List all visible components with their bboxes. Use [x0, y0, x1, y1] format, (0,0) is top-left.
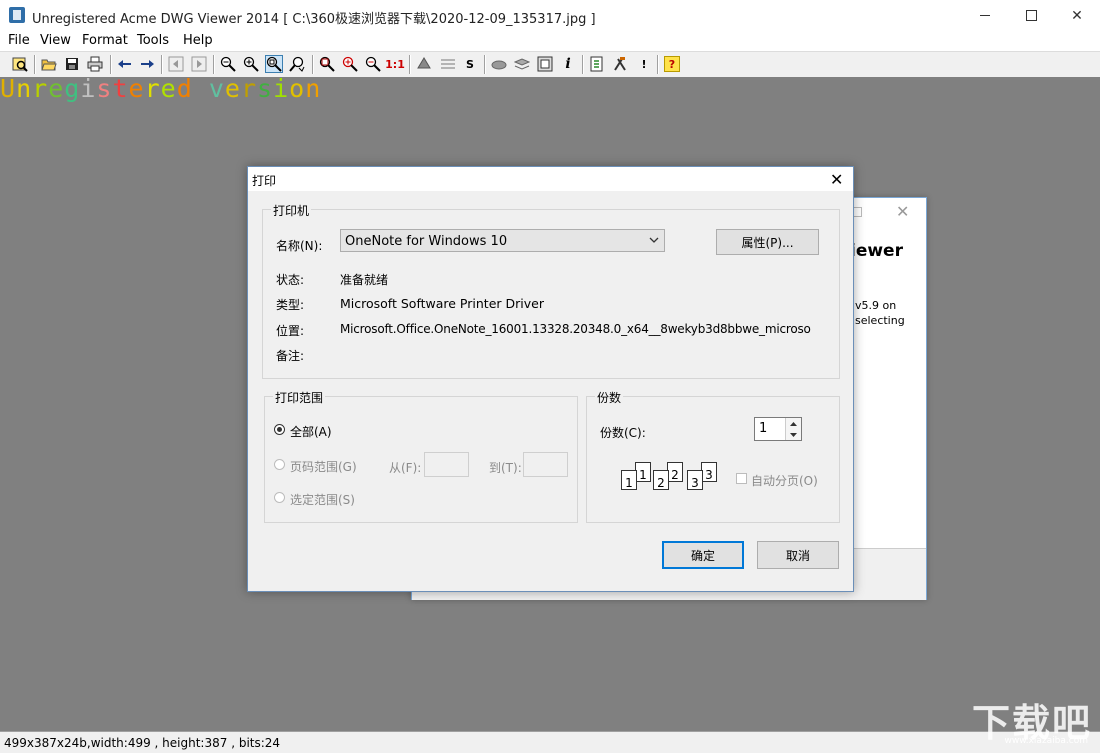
dialog-close-icon[interactable]: ✕ [830, 170, 843, 189]
arrow-left-icon[interactable] [117, 56, 133, 72]
frame-icon[interactable] [537, 56, 553, 72]
menu-tools[interactable]: Tools [137, 33, 169, 48]
copies-group: 份数 份数(C): [586, 396, 840, 523]
properties-button[interactable]: 属性(P)... [716, 229, 819, 255]
status-value: 准备就绪 [340, 271, 388, 288]
to-label: 到(T): [489, 459, 522, 476]
tools-icon[interactable] [612, 56, 628, 72]
copies-value: 1 [759, 421, 767, 436]
close-icon: ✕ [1071, 8, 1083, 24]
to-input[interactable] [523, 452, 568, 477]
location-value: Microsoft.Office.OneNote_16001.13328.203… [340, 322, 811, 336]
export-icon[interactable] [589, 56, 605, 72]
collate-label[interactable]: 自动分页(O) [751, 472, 818, 489]
help-button[interactable]: ? [664, 56, 680, 72]
menu-file[interactable]: File [8, 33, 30, 48]
range-all-label[interactable]: 全部(A) [290, 423, 332, 440]
maximize-icon [1026, 10, 1037, 21]
layers-icon[interactable] [416, 56, 432, 72]
location-label: 位置: [276, 322, 304, 339]
range-selection-radio[interactable] [274, 492, 285, 503]
print-icon[interactable] [87, 56, 103, 72]
zoom-all-icon[interactable] [342, 56, 358, 72]
printer-group: 打印机 名称(N): OneNote for Windows 10 属性(P).… [262, 209, 840, 379]
status-bar: 499x387x24b,width:499 , height:387 , bit… [0, 731, 1100, 753]
status-text: 499x387x24b,width:499 , height:387 , bit… [4, 736, 280, 750]
zoom-window-icon[interactable] [266, 56, 282, 72]
maximize-icon[interactable] [853, 207, 862, 217]
info-button[interactable]: i [560, 56, 576, 72]
chevron-down-icon [649, 236, 659, 244]
close-icon[interactable]: ✕ [896, 202, 909, 221]
printer-group-label: 打印机 [271, 202, 311, 219]
about-line-2: selecting [855, 314, 905, 327]
save-icon[interactable] [64, 56, 80, 72]
window-title: Unregistered Acme DWG Viewer 2014 [ C:\3… [32, 8, 596, 27]
collate-icon-set-1: 1 1 [621, 462, 653, 492]
unregistered-watermark: Unregistered version [0, 77, 321, 103]
range-selection-label[interactable]: 选定范围(S) [290, 491, 355, 508]
zoom-extents-icon[interactable] [319, 56, 335, 72]
range-pages-label[interactable]: 页码范围(G) [290, 458, 357, 475]
zoom-previous-icon[interactable] [365, 56, 381, 72]
title-bar: Unregistered Acme DWG Viewer 2014 [ C:\3… [0, 0, 1100, 31]
collate-icon-set-2: 2 2 [653, 462, 685, 492]
menu-view[interactable]: View [40, 33, 71, 48]
print-range-group: 打印范围 全部(A) 页码范围(G) 从(F): 到(T): 选定范围(S) [264, 396, 578, 523]
menu-format[interactable]: Format [82, 33, 128, 48]
ok-button[interactable]: 确定 [662, 541, 744, 569]
about-title: iewer [850, 241, 903, 261]
minimize-icon [980, 15, 990, 16]
dialog-title: 打印 [252, 172, 276, 189]
spin-down-icon[interactable] [786, 429, 801, 440]
range-pages-radio[interactable] [274, 459, 285, 470]
arrow-right-icon[interactable] [139, 56, 155, 72]
printer-select[interactable]: OneNote for Windows 10 [340, 229, 665, 252]
preview-icon[interactable] [12, 56, 28, 72]
copies-group-label: 份数 [595, 389, 623, 406]
type-value: Microsoft Software Printer Driver [340, 296, 544, 311]
print-dialog: 打印 ✕ 打印机 名称(N): OneNote for Windows 10 属… [247, 166, 854, 592]
status-label: 状态: [276, 271, 304, 288]
zoom-1-1-button[interactable]: 1:1 [387, 56, 403, 72]
last-page-icon[interactable] [191, 56, 207, 72]
copies-stepper[interactable]: 1 [754, 417, 802, 441]
collate-checkbox[interactable] [736, 473, 747, 484]
site-watermark-url: www.xiazaiba.com [1004, 736, 1088, 746]
comment-label: 备注: [276, 347, 304, 364]
alert-button[interactable]: ! [636, 56, 652, 72]
cancel-button[interactable]: 取消 [757, 541, 839, 569]
toolbar: 1:1 S i ! ? [0, 51, 1100, 78]
layers-stack-icon[interactable] [514, 56, 530, 72]
open-folder-icon[interactable] [41, 56, 57, 72]
print-range-label: 打印范围 [273, 389, 325, 406]
from-input[interactable] [424, 452, 469, 477]
maximize-button[interactable] [1008, 0, 1054, 31]
range-all-radio[interactable] [274, 424, 285, 435]
first-page-icon[interactable] [168, 56, 184, 72]
close-button[interactable]: ✕ [1054, 0, 1100, 31]
name-label: 名称(N): [276, 237, 322, 254]
printer-select-value: OneNote for Windows 10 [345, 234, 507, 249]
copies-label: 份数(C): [600, 424, 646, 441]
app-icon[interactable] [9, 7, 25, 23]
hatch-icon[interactable] [440, 56, 456, 72]
minimize-button[interactable] [962, 0, 1008, 31]
zoom-in-icon[interactable] [243, 56, 259, 72]
dialog-title-bar: 打印 ✕ [248, 167, 853, 191]
type-label: 类型: [276, 296, 304, 313]
collate-icon-set-3: 3 3 [687, 462, 719, 492]
about-line-1: v5.9 on [855, 299, 896, 312]
menu-bar: File View Format Tools Help [0, 31, 1100, 51]
shx-button[interactable]: S [462, 56, 478, 72]
menu-help[interactable]: Help [183, 33, 213, 48]
from-label: 从(F): [389, 459, 421, 476]
zoom-out-icon[interactable] [220, 56, 236, 72]
zoom-realtime-icon[interactable] [289, 56, 305, 72]
view-3d-icon[interactable] [491, 56, 507, 72]
